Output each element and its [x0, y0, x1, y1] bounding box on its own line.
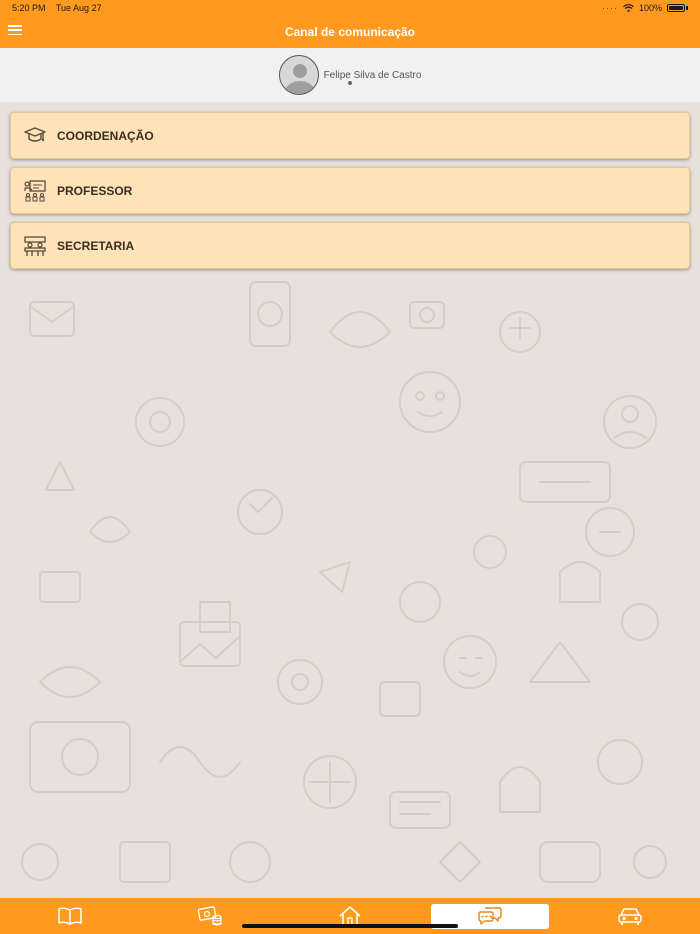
money-coins-icon — [197, 906, 222, 926]
home-indicator[interactable] — [242, 924, 458, 928]
tab-transport[interactable] — [560, 898, 700, 934]
profile-name: Felipe Silva de Castro — [323, 69, 422, 81]
book-icon — [58, 907, 82, 925]
menu-item-coordenacao[interactable]: COORDENAÇÃO — [10, 112, 690, 159]
menu-item-label: SECRETARIA — [57, 238, 135, 253]
profile-bar: Felipe Silva de Castro — [0, 48, 700, 102]
menu-item-professor[interactable]: PROFESSOR — [10, 167, 690, 214]
teacher-board-icon — [24, 179, 46, 201]
menu-item-label: PROFESSOR — [57, 183, 133, 198]
tab-home[interactable] — [280, 898, 420, 934]
battery-percent: 100% — [638, 3, 662, 13]
status-bar-right: ···· 100% — [602, 3, 688, 13]
car-icon — [618, 908, 642, 925]
header-bar: Canal de comunicação — [0, 16, 700, 48]
status-bar: 5:20 PM Tue Aug 27 ···· 100% — [0, 0, 700, 16]
contact-menu-list: COORDENAÇÃO PROFESSOR SECRETARIA — [10, 112, 690, 277]
signal-dots-icon: ···· — [601, 3, 618, 13]
tab-chat[interactable] — [420, 898, 560, 934]
page-indicator-dot — [348, 81, 352, 85]
page-title: Canal de comunicação — [284, 25, 416, 39]
wifi-icon — [623, 4, 634, 12]
menu-item-secretaria[interactable]: SECRETARIA — [10, 222, 690, 269]
graduation-cap-icon — [24, 126, 46, 142]
status-time: 5:20 PM — [12, 3, 46, 13]
status-bar-left: 5:20 PM Tue Aug 27 — [12, 3, 110, 13]
menu-item-label: COORDENAÇÃO — [57, 128, 154, 143]
secretary-desk-icon — [24, 235, 46, 256]
battery-tip — [686, 6, 688, 10]
chat-bubbles-icon — [478, 907, 502, 925]
tab-finance[interactable] — [140, 898, 280, 934]
user-avatar-icon[interactable] — [278, 55, 319, 95]
hamburger-menu-icon[interactable] — [8, 25, 22, 35]
status-date: Tue Aug 27 — [55, 3, 102, 13]
tab-book[interactable] — [0, 898, 140, 934]
bottom-tab-bar — [0, 898, 700, 934]
battery-icon — [667, 4, 685, 12]
